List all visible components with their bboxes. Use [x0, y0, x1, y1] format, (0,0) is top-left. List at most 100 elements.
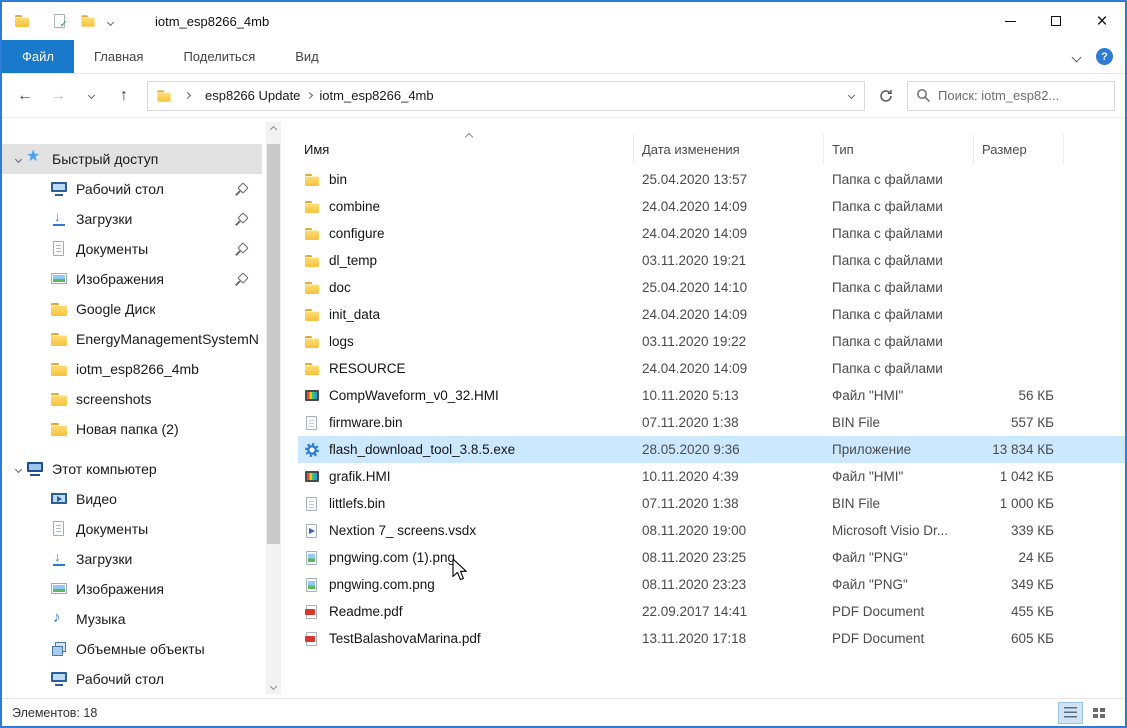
file-name-cell: TestBalashovaMarina.pdf — [298, 631, 634, 647]
qat-customize-chevron-icon[interactable] — [108, 18, 113, 25]
address-dropdown-button[interactable] — [838, 82, 864, 110]
scrollbar-thumb[interactable] — [267, 144, 280, 544]
file-row[interactable]: flash_download_tool_3.8.5.exe28.05.2020 … — [298, 436, 1125, 463]
video-icon — [50, 490, 68, 508]
file-row[interactable]: doc25.04.2020 14:10Папка с файлами — [298, 274, 1125, 301]
sidebar-item[interactable]: Рабочий стол — [2, 664, 262, 694]
file-date: 24.04.2020 14:09 — [634, 226, 824, 241]
minimize-button[interactable] — [987, 2, 1033, 40]
file-row[interactable]: pngwing.com (1).png08.11.2020 23:25Файл … — [298, 544, 1125, 571]
file-row[interactable]: combine24.04.2020 14:09Папка с файлами — [298, 193, 1125, 220]
file-name-cell: bin — [298, 172, 634, 188]
sidebar-item-label: Google Диск — [76, 301, 155, 317]
file-row[interactable]: CompWaveform_v0_32.HMI10.11.2020 5:13Фай… — [298, 382, 1125, 409]
sidebar-item[interactable]: Рабочий стол — [2, 174, 262, 204]
file-row[interactable]: pngwing.com.png08.11.2020 23:23Файл "PNG… — [298, 571, 1125, 598]
ribbon-collapse-button[interactable] — [1073, 49, 1080, 64]
breadcrumb-container: esp8266 Update iotm_esp8266_4mb — [148, 88, 838, 104]
refresh-button[interactable] — [873, 82, 899, 110]
sidebar-item[interactable]: Изображения — [2, 574, 262, 604]
column-header-size[interactable]: Размер — [974, 134, 1064, 164]
column-header-name[interactable]: Имя — [298, 134, 634, 164]
refresh-icon — [878, 88, 894, 104]
sidebar-item[interactable]: Загрузки — [2, 544, 262, 574]
tab-file[interactable]: Файл — [2, 40, 74, 73]
file-type: Папка с файлами — [824, 172, 974, 187]
sidebar-item[interactable]: iotm_esp8266_4mb — [2, 354, 262, 384]
file-row[interactable]: Nextion 7_ screens.vsdx08.11.2020 19:00M… — [298, 517, 1125, 544]
sidebar-item[interactable]: EnergyManagementSystemN — [2, 324, 262, 354]
desktop-icon — [50, 180, 68, 198]
downloads-icon — [50, 550, 68, 568]
column-header-label: Имя — [304, 142, 329, 157]
file-row[interactable]: dl_temp03.11.2020 19:21Папка с файлами — [298, 247, 1125, 274]
file-name: Readme.pdf — [329, 604, 403, 619]
file-row[interactable]: configure24.04.2020 14:09Папка с файлами — [298, 220, 1125, 247]
file-row[interactable]: logs03.11.2020 19:22Папка с файлами — [298, 328, 1125, 355]
breadcrumb-item[interactable]: esp8266 Update — [203, 88, 302, 103]
file-row[interactable]: grafik.HMI10.11.2020 4:39Файл "HMI"1 042… — [298, 463, 1125, 490]
scroll-down-icon[interactable] — [266, 679, 281, 694]
qat-new-folder-icon[interactable] — [80, 13, 95, 28]
search-box[interactable] — [907, 81, 1115, 111]
folder-icon — [304, 361, 320, 377]
sidebar-item[interactable]: Загрузки — [2, 204, 262, 234]
search-input[interactable] — [938, 88, 1106, 103]
file-row[interactable]: firmware.bin07.11.2020 1:38BIN File557 К… — [298, 409, 1125, 436]
close-button[interactable] — [1079, 2, 1125, 40]
file-row[interactable]: TestBalashovaMarina.pdf13.11.2020 17:18P… — [298, 625, 1125, 652]
file-size: 13 834 КБ — [974, 442, 1064, 457]
forward-button[interactable] — [49, 85, 67, 107]
column-header-type[interactable]: Тип — [824, 134, 974, 164]
address-bar[interactable]: esp8266 Update iotm_esp8266_4mb — [147, 81, 865, 111]
status-bar: Элементов: 18 — [2, 698, 1125, 726]
ribbon-tabs: ФайлГлавнаяПоделитьсяВид — [2, 40, 339, 73]
column-header-date[interactable]: Дата изменения — [634, 134, 824, 164]
tab-share[interactable]: Поделиться — [163, 40, 275, 73]
sidebar-item[interactable]: Новая папка (2) — [2, 414, 262, 444]
maximize-button[interactable] — [1033, 2, 1079, 40]
sidebar-item[interactable]: Этот компьютер — [2, 454, 262, 484]
folder-icon — [50, 300, 68, 318]
sidebar-item[interactable]: Изображения — [2, 264, 262, 294]
sidebar-item[interactable]: Музыка — [2, 604, 262, 634]
breadcrumb-item[interactable]: iotm_esp8266_4mb — [317, 88, 435, 103]
sidebar-item[interactable]: screenshots — [2, 384, 262, 414]
file-row[interactable]: RESOURCE24.04.2020 14:09Папка с файлами — [298, 355, 1125, 382]
thumbnails-view-button[interactable] — [1086, 702, 1111, 724]
folder-icon — [50, 330, 68, 348]
sidebar-item[interactable]: Документы — [2, 234, 262, 264]
file-date: 24.04.2020 14:09 — [634, 361, 824, 376]
details-view-button[interactable] — [1058, 702, 1083, 724]
sidebar-item[interactable]: Документы — [2, 514, 262, 544]
sidebar-item[interactable]: Google Диск — [2, 294, 262, 324]
folder-icon — [304, 199, 320, 215]
expander-icon[interactable] — [10, 157, 26, 162]
breadcrumb-separator-icon[interactable] — [302, 93, 317, 98]
column-header-label: Размер — [982, 142, 1027, 157]
scroll-up-icon[interactable] — [266, 122, 281, 137]
file-name: RESOURCE — [329, 361, 406, 376]
file-type: Файл "HMI" — [824, 469, 974, 484]
sidebar-item-label: Документы — [76, 241, 148, 257]
help-icon[interactable]: ? — [1096, 48, 1113, 65]
up-button[interactable] — [115, 85, 133, 107]
file-row[interactable]: Readme.pdf22.09.2017 14:41PDF Document45… — [298, 598, 1125, 625]
pin-icon — [234, 242, 248, 256]
sidebar-item-label: Загрузки — [76, 211, 132, 227]
expander-icon[interactable] — [10, 467, 26, 472]
sidebar-item[interactable]: Объемные объекты — [2, 634, 262, 664]
tab-home[interactable]: Главная — [74, 40, 163, 73]
recent-locations-button[interactable] — [82, 85, 100, 107]
file-row[interactable]: init_data24.04.2020 14:09Папка с файлами — [298, 301, 1125, 328]
file-row[interactable]: littlefs.bin07.11.2020 1:38BIN File1 000… — [298, 490, 1125, 517]
sidebar-scrollbar[interactable] — [266, 122, 281, 694]
sidebar-item[interactable]: Быстрый доступ — [2, 144, 262, 174]
sidebar-item[interactable]: Видео — [2, 484, 262, 514]
tab-view[interactable]: Вид — [275, 40, 339, 73]
qat-properties-icon[interactable] — [52, 13, 68, 29]
back-button[interactable] — [16, 85, 34, 107]
file-row[interactable]: bin25.04.2020 13:57Папка с файлами — [298, 166, 1125, 193]
file-name: dl_temp — [329, 253, 377, 268]
address-folder-icon — [156, 88, 171, 103]
